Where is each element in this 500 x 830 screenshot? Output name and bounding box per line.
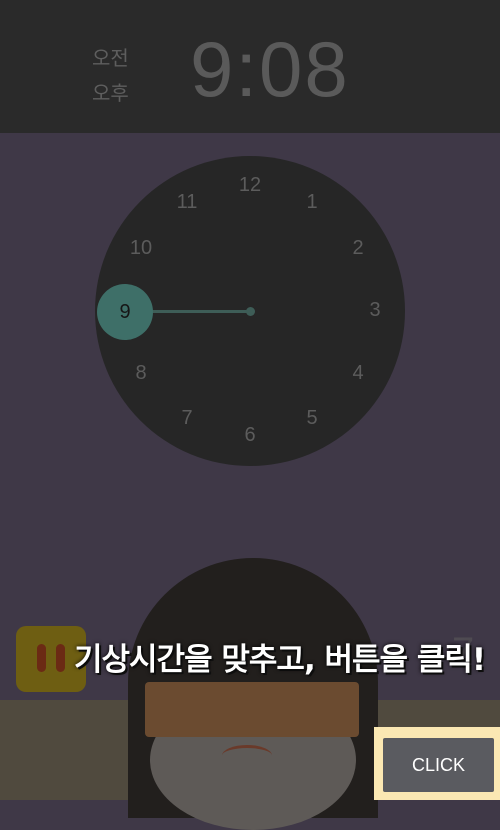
dial-number-9-selected[interactable]: 9 [97, 284, 153, 340]
character-mouth [222, 745, 272, 766]
dial-number-3[interactable]: 3 [358, 299, 392, 323]
dial-number-8[interactable]: 8 [124, 362, 158, 386]
time-display[interactable]: 9:08 [190, 24, 350, 115]
instruction-text: 기상시간을 맞추고, 버튼을 클릭! [74, 642, 486, 678]
pause-icon-bar-right [56, 644, 65, 672]
dial-number-12[interactable]: 12 [233, 174, 267, 198]
click-button[interactable]: CLICK [383, 738, 494, 792]
dial-number-5[interactable]: 5 [295, 407, 329, 431]
dial-number-4[interactable]: 4 [341, 362, 375, 386]
dial-number-2[interactable]: 2 [341, 237, 375, 261]
pause-icon-bar-left [37, 644, 46, 672]
dial-number-11[interactable]: 11 [170, 191, 204, 215]
am-toggle[interactable]: 오전 [92, 42, 129, 71]
dial-number-7[interactable]: 7 [170, 407, 204, 431]
character-sleep-mask [145, 682, 359, 737]
dial-number-1[interactable]: 1 [295, 191, 329, 215]
time-header: 오전 오후 9:08 [0, 0, 500, 133]
clock-center-dot [246, 307, 255, 316]
dial-number-6[interactable]: 6 [233, 424, 267, 448]
dial-number-10[interactable]: 10 [124, 237, 158, 261]
pm-toggle[interactable]: 오후 [92, 77, 129, 106]
